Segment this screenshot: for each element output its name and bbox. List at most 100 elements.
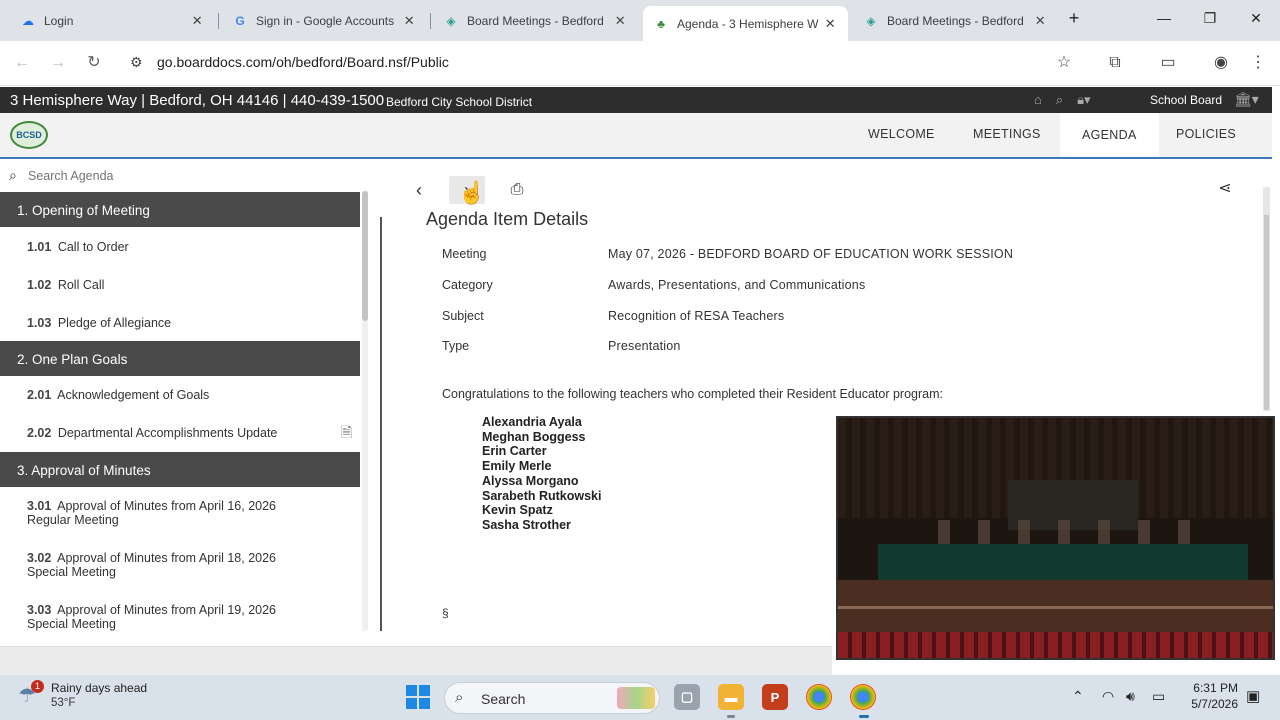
previous-item-icon[interactable]: ‹ [401, 176, 437, 204]
tab-agenda-active[interactable]: ♣ Agenda - 3 Hemisphere W ✕ [643, 6, 848, 41]
section-header-3[interactable]: 3. Approval of Minutes [0, 452, 360, 487]
extensions-icon[interactable]: ⧉ [1105, 53, 1125, 73]
running-indicator [727, 715, 735, 718]
agenda-item[interactable]: 2.01 Acknowledgement of Goals [27, 388, 347, 402]
profile-icon[interactable]: ◉ [1211, 53, 1231, 73]
clock-time[interactable]: 6:31 PM [1192, 681, 1238, 695]
close-icon[interactable]: ✕ [612, 13, 628, 29]
back-arrow-icon[interactable]: ← [11, 52, 33, 74]
home-icon[interactable]: ⌂ [1034, 92, 1042, 108]
active-indicator [859, 715, 869, 718]
site-nav: BCSD WELCOME MEETINGS AGENDA POLICIES [0, 113, 1272, 159]
windows-taskbar: ☂ 1 Rainy days ahead 53°F ⌕ Search ▢ ▬ P… [0, 675, 1280, 720]
forward-arrow-icon[interactable]: → [47, 52, 69, 74]
tab-board-meetings[interactable]: ◈ Board Meetings - Bedford ✕ [433, 6, 638, 35]
agenda-sidebar: ⌕ 1. Opening of Meeting 1.01 Call to Ord… [0, 161, 370, 631]
tab-google-signin[interactable]: G Sign in - Google Accounts ✕ [222, 6, 427, 35]
chrome-active-icon[interactable] [850, 684, 876, 710]
tab-title: Board Meetings - Bedford [887, 13, 1024, 28]
wifi-icon[interactable]: ◠ [1102, 688, 1114, 705]
tab-title: Board Meetings - Bedford [467, 13, 604, 28]
tab-search-icon[interactable]: ▭ [1158, 53, 1178, 73]
share-icon[interactable]: ⋖ [1212, 176, 1238, 202]
boarddocs-icon: ◈ [866, 13, 876, 28]
close-icon[interactable]: ✕ [1032, 13, 1048, 29]
item-label: Call to Order [57, 240, 129, 254]
item-label: Pledge of Allegiance [57, 316, 172, 330]
search-agenda-input[interactable] [28, 166, 348, 186]
document-icon[interactable]: 🗎 [341, 422, 352, 446]
window-close-icon[interactable]: ✕ [1246, 10, 1266, 27]
volume-icon[interactable]: 🔊︎ [1126, 688, 1135, 705]
weather-text[interactable]: Rainy days ahead [51, 681, 147, 695]
restore-icon[interactable]: ❐ [1200, 10, 1220, 27]
search-icon[interactable]: ⌕ [1056, 92, 1063, 108]
teacher-name: Erin Carter [482, 444, 547, 459]
item-number: 3.02 [27, 551, 52, 565]
notification-icon[interactable]: ▣ [1246, 687, 1260, 705]
teacher-name: Sarabeth Rutkowski [482, 488, 602, 503]
task-view-icon[interactable]: ▢ [674, 684, 700, 710]
print-icon[interactable]: ⎙ [499, 176, 535, 204]
search-icon: ⌕ [9, 167, 17, 183]
item-number: 2.01 [27, 388, 52, 402]
video-stage-edge [838, 606, 1273, 609]
teacher-name: Kevin Spatz [482, 503, 553, 518]
weather-temp[interactable]: 53°F [51, 697, 75, 709]
teacher-list: Alexandria Ayala Meghan Boggess Erin Car… [482, 415, 601, 533]
field-label-meeting: Meeting [442, 247, 487, 261]
building-icon[interactable]: 🏛︎▾ [1234, 91, 1259, 108]
sidebar-scrollbar-thumb[interactable] [362, 191, 368, 321]
board-selector[interactable]: School Board [1150, 93, 1222, 107]
top-icons: ⌂ ⌕ 🔒︎▾ [1034, 92, 1091, 108]
nav-welcome[interactable]: WELCOME [868, 127, 935, 141]
address-bar[interactable]: ⚙ go.boarddocs.com/oh/bedford/Board.nsf/… [118, 46, 1148, 80]
meeting-video-player[interactable] [836, 416, 1275, 660]
agenda-item[interactable]: 1.02 Roll Call [27, 278, 347, 292]
tab-board-meetings-2[interactable]: ◈ Board Meetings - Bedford ✕ [853, 6, 1058, 35]
reload-icon[interactable]: ↻ [83, 52, 105, 74]
section-header-1[interactable]: 1. Opening of Meeting [0, 192, 360, 227]
nav-policies[interactable]: POLICIES [1176, 127, 1236, 141]
tab-login[interactable]: ☁ Login ✕ [10, 6, 215, 35]
url-text[interactable]: go.boarddocs.com/oh/bedford/Board.nsf/Pu… [157, 54, 449, 70]
google-icon: G [235, 13, 245, 28]
content-scrollbar-thumb[interactable] [1264, 215, 1269, 410]
district-logo[interactable]: BCSD [10, 121, 48, 149]
weather-badge: 1 [31, 680, 44, 693]
battery-icon[interactable]: ▭ [1152, 688, 1165, 705]
cloud-icon: ☁ [22, 13, 34, 28]
chrome-icon[interactable] [806, 684, 832, 710]
file-explorer-icon[interactable]: ▬ [718, 684, 744, 710]
powerpoint-icon[interactable]: P [762, 684, 788, 710]
agenda-search: ⌕ [0, 161, 370, 191]
menu-kebab-icon[interactable]: ⋮ [1248, 53, 1268, 73]
taskbar-search[interactable]: ⌕ Search [444, 682, 660, 714]
item-number: 1.02 [27, 278, 52, 292]
agenda-item[interactable]: 2.02 Departmental Accomplishments Update [27, 426, 347, 440]
agenda-item[interactable]: 3.03 Approval of Minutes from April 19, … [27, 603, 347, 631]
minimize-icon[interactable]: — [1154, 10, 1174, 26]
agenda-item[interactable]: 3.01 Approval of Minutes from April 16, … [27, 499, 347, 527]
nav-agenda[interactable]: AGENDA [1060, 113, 1159, 157]
clock-date[interactable]: 5/7/2026 [1184, 697, 1238, 711]
video-board-members [938, 520, 1198, 546]
windows-start-icon[interactable] [406, 685, 430, 709]
lock-icon[interactable]: 🔒︎▾ [1077, 92, 1090, 108]
agenda-item[interactable]: 3.02 Approval of Minutes from April 18, … [27, 551, 347, 579]
close-icon[interactable]: ✕ [401, 13, 417, 29]
close-icon[interactable]: ✕ [189, 13, 205, 29]
section-header-2[interactable]: 2. One Plan Goals [0, 341, 360, 376]
bookmark-star-icon[interactable]: ☆ [1054, 53, 1074, 73]
nav-meetings[interactable]: MEETINGS [973, 127, 1041, 141]
agenda-item[interactable]: 1.03 Pledge of Allegiance [27, 316, 347, 330]
field-label-subject: Subject [442, 309, 484, 323]
site-info-icon[interactable]: ⚙ [130, 54, 143, 71]
field-value-category: Awards, Presentations, and Communication… [608, 278, 866, 292]
field-value-subject: Recognition of RESA Teachers [608, 309, 785, 323]
agenda-item[interactable]: 1.01 Call to Order [27, 240, 347, 254]
new-tab-button[interactable]: + [1064, 8, 1084, 29]
close-icon[interactable]: ✕ [822, 16, 838, 32]
field-value-meeting: May 07, 2026 - BEDFORD BOARD OF EDUCATIO… [608, 247, 1014, 261]
chevron-up-icon[interactable]: ⌃ [1072, 688, 1084, 705]
